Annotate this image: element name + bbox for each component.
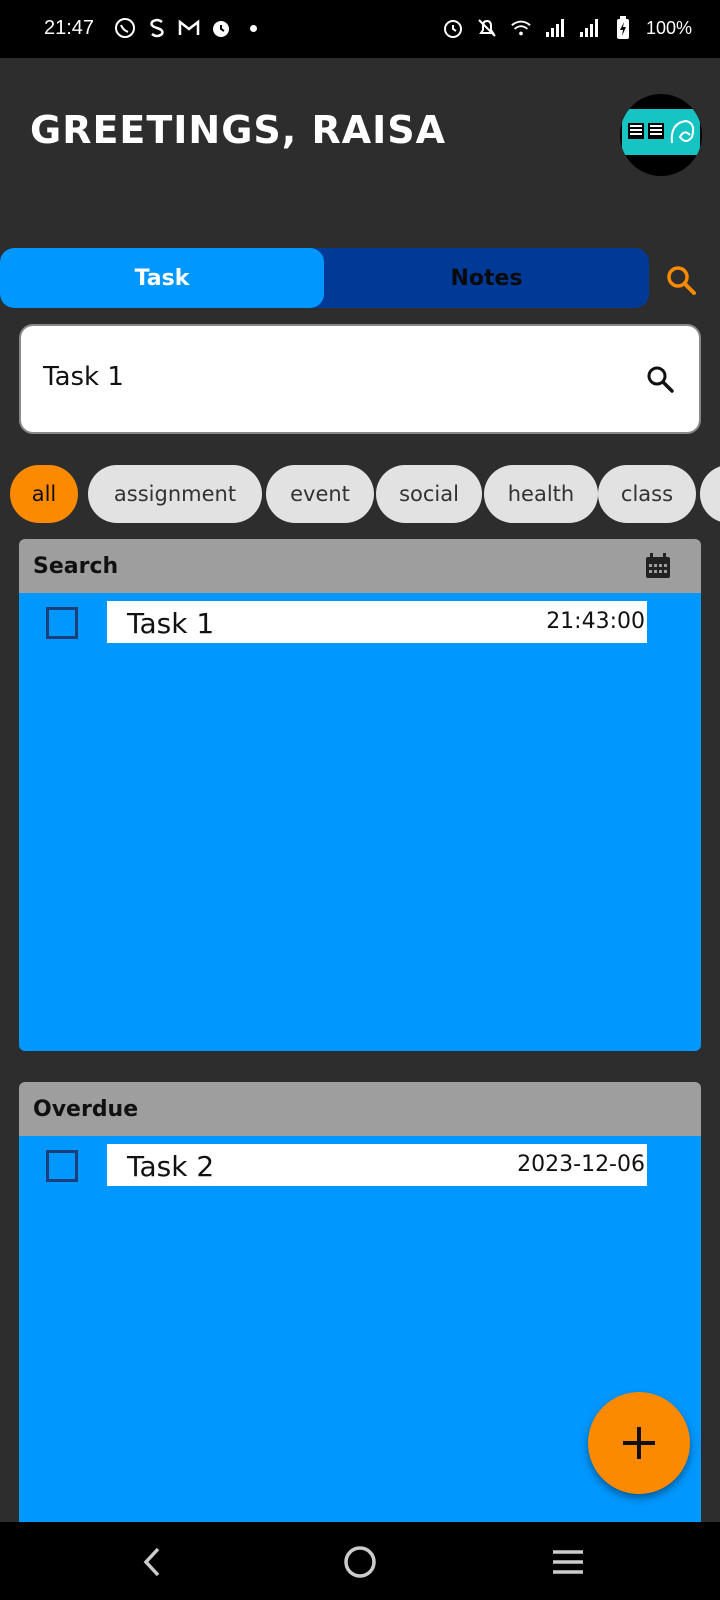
alarm-icon: [210, 16, 232, 40]
qr-code-icon: [628, 123, 644, 139]
avatar-image: [622, 109, 700, 155]
chip-health[interactable]: health: [484, 465, 598, 523]
section-header-search: Search: [19, 539, 701, 593]
add-task-button[interactable]: [588, 1392, 690, 1494]
status-bar: 21:47 100%: [0, 0, 720, 58]
chip-more[interactable]: [700, 465, 720, 523]
signal-icon: [544, 16, 566, 40]
home-icon[interactable]: [338, 1540, 382, 1584]
notifications-off-icon: [476, 16, 498, 40]
system-nav-bar: [0, 1522, 720, 1600]
section-title: Overdue: [33, 1096, 139, 1122]
task-checkbox[interactable]: [46, 607, 78, 639]
whatsapp-icon: [114, 16, 136, 40]
s-app-icon: [146, 16, 168, 40]
chip-all[interactable]: all: [10, 465, 78, 523]
qr-code-icon: [648, 123, 664, 139]
tab-notes[interactable]: Notes: [324, 248, 649, 308]
plus-icon: [623, 1427, 655, 1459]
status-time: 21:47: [44, 17, 95, 39]
search-toggle-icon[interactable]: [664, 263, 698, 297]
greeting-title: GREETINGS, RAISA: [30, 108, 447, 152]
task-time: 21:43:00: [546, 609, 645, 634]
task-title: Task 1: [127, 607, 215, 640]
task-row[interactable]: Task 2 2023-12-06: [19, 1144, 701, 1188]
section-body-search: Task 1 21:43:00: [19, 593, 701, 1051]
battery-charging-icon: [612, 16, 634, 40]
task-card[interactable]: Task 1 21:43:00: [107, 601, 647, 643]
task-title: Task 2: [127, 1150, 215, 1183]
chip-class[interactable]: class: [598, 465, 696, 523]
notification-dot: [250, 24, 257, 32]
alarm-icon: [442, 16, 464, 40]
gmail-icon: [178, 16, 200, 40]
chip-event[interactable]: event: [266, 465, 374, 523]
calendar-icon[interactable]: [645, 553, 671, 579]
task-row[interactable]: Task 1 21:43:00: [19, 601, 701, 645]
recents-icon[interactable]: [546, 1540, 590, 1584]
task-date: 2023-12-06: [517, 1152, 645, 1177]
section-title: Search: [33, 553, 119, 579]
avatar[interactable]: [620, 94, 702, 176]
search-box: [19, 324, 701, 434]
tab-task[interactable]: Task: [0, 248, 324, 308]
signal-icon: [578, 16, 600, 40]
chip-social[interactable]: social: [376, 465, 482, 523]
category-filter-bar: all assignment event social health class: [10, 465, 720, 523]
battery-percent: 100%: [645, 17, 692, 38]
back-icon[interactable]: [130, 1540, 174, 1584]
chip-assignment[interactable]: assignment: [88, 465, 262, 523]
task-checkbox[interactable]: [46, 1150, 78, 1182]
section-header-overdue: Overdue: [19, 1082, 701, 1136]
search-icon[interactable]: [645, 364, 675, 394]
search-input[interactable]: [43, 362, 583, 392]
wifi-icon: [510, 16, 532, 40]
tab-bar: Task Notes: [0, 248, 649, 308]
task-card[interactable]: Task 2 2023-12-06: [107, 1144, 647, 1186]
